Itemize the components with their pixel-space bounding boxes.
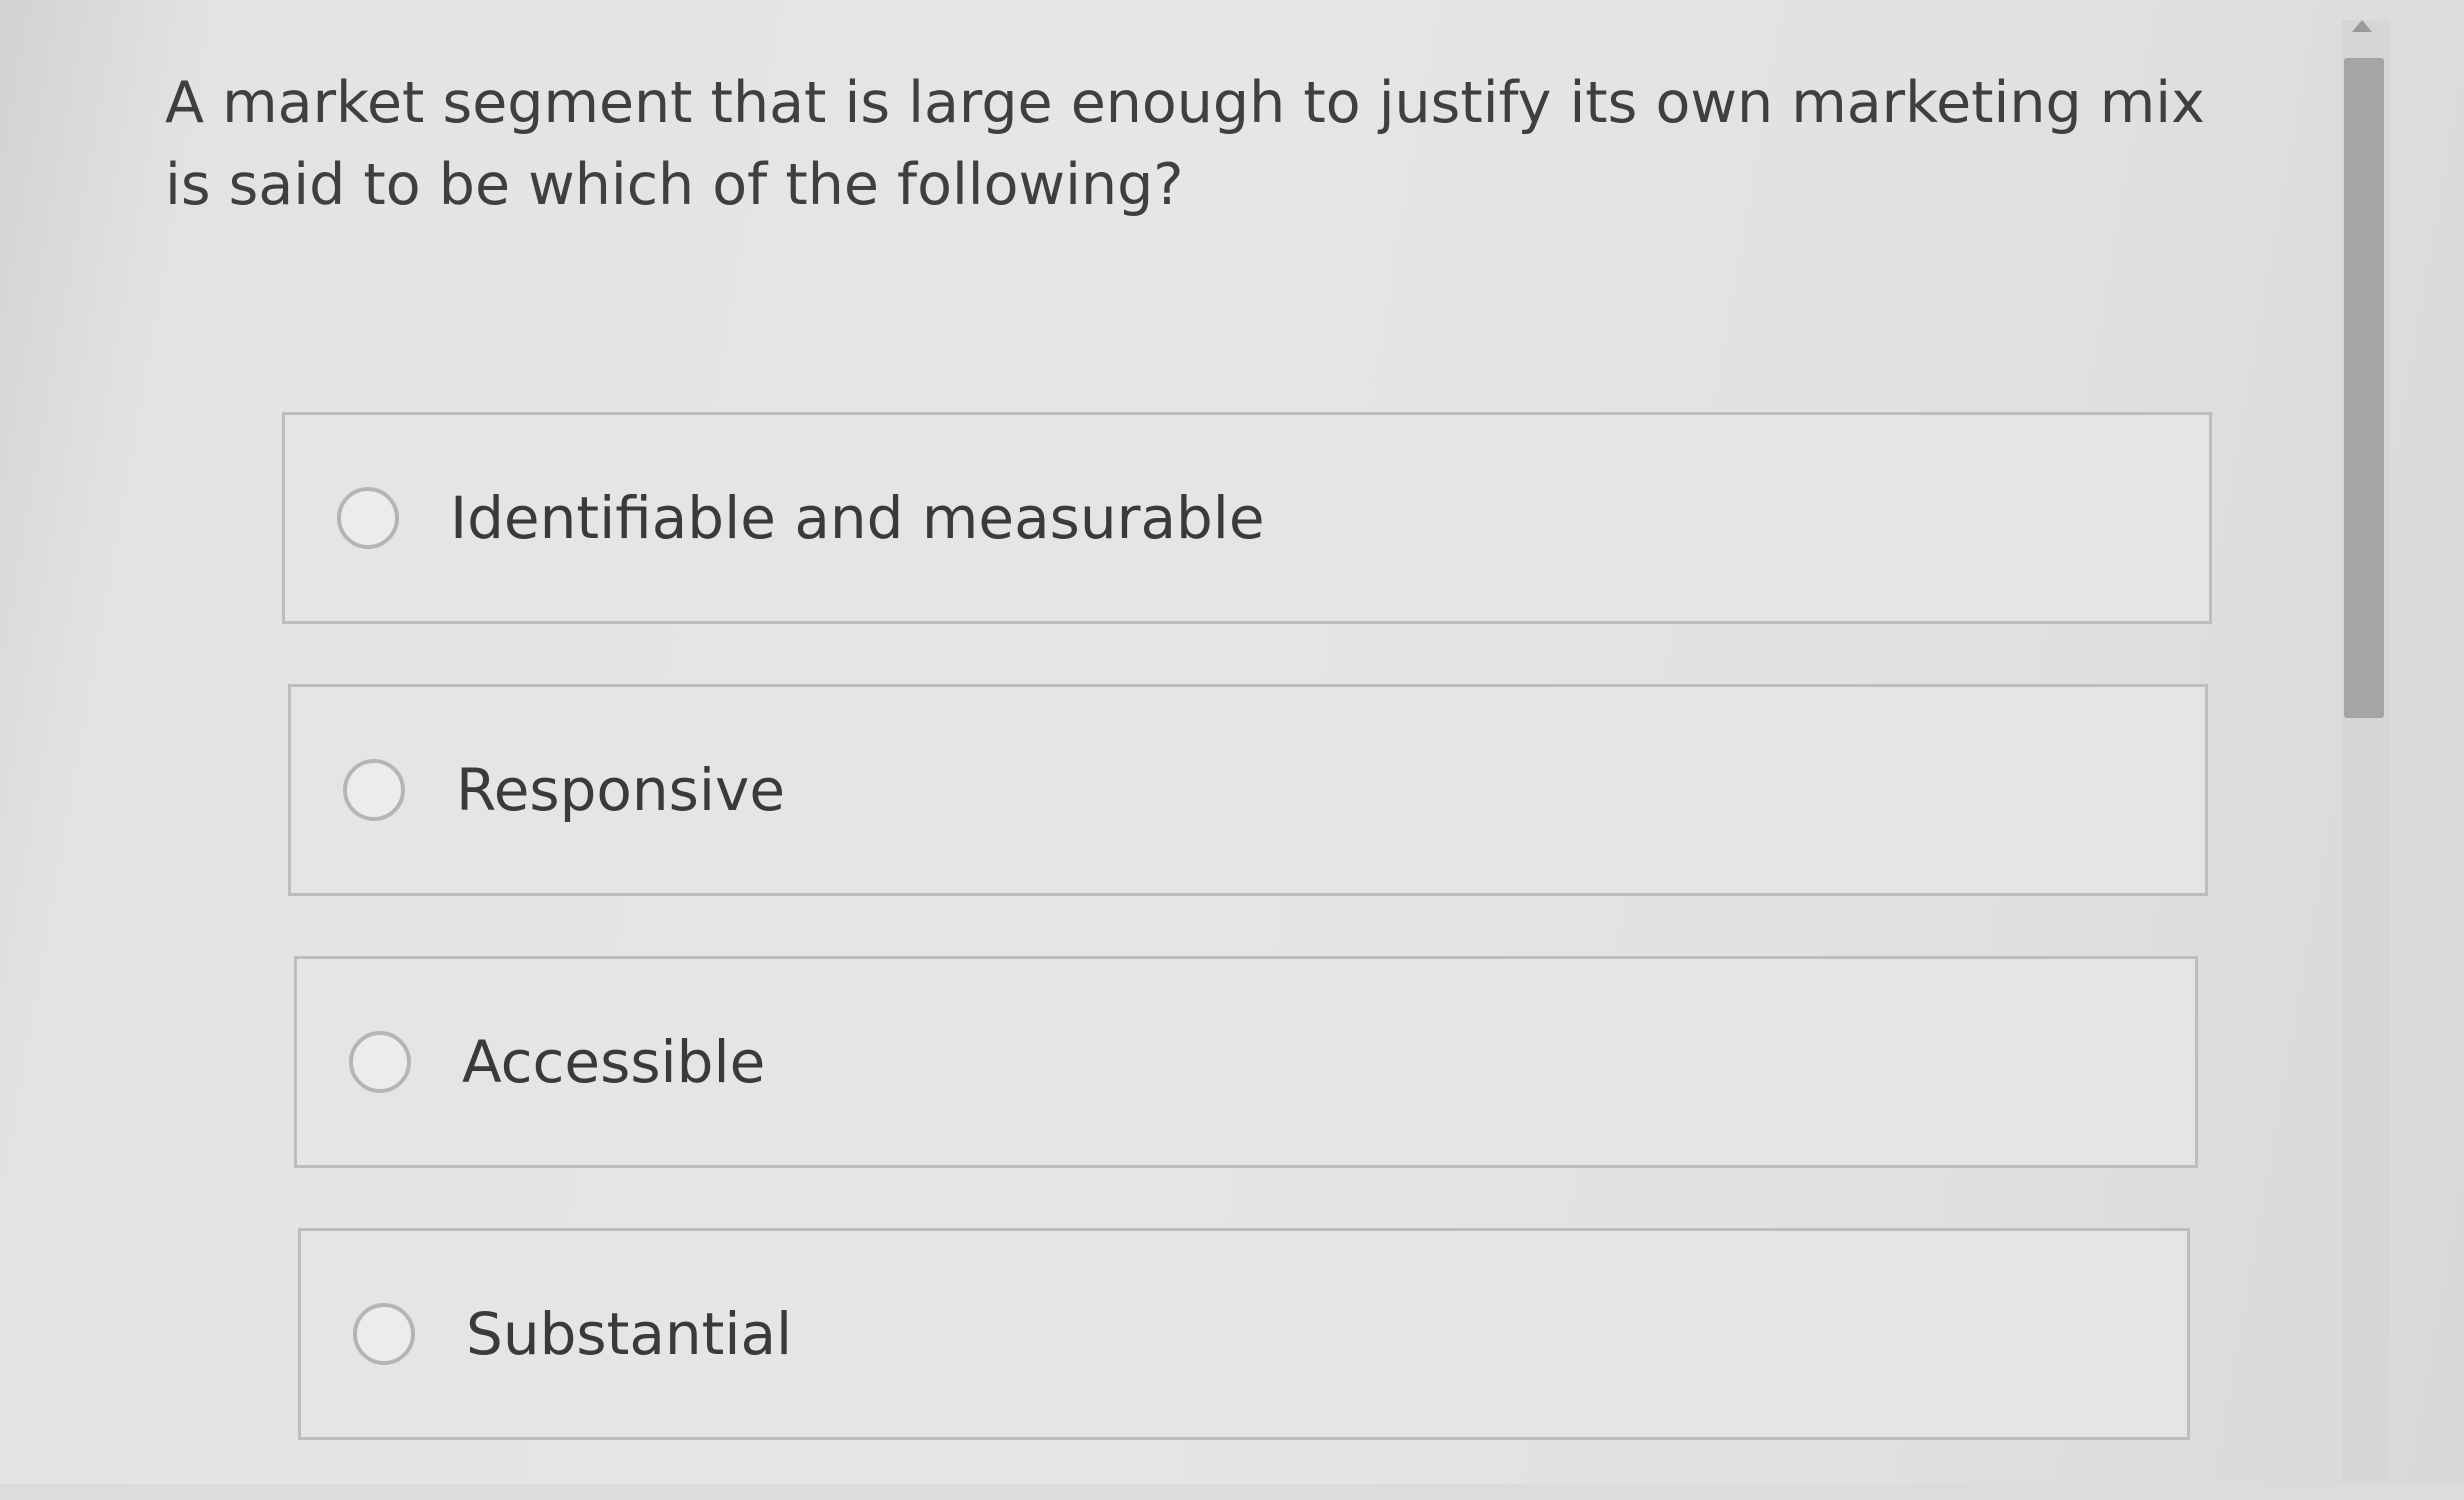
scrollbar-thumb[interactable] <box>2344 58 2384 718</box>
answer-options-list: Identifiable and measurable Responsive A… <box>282 412 2232 1500</box>
vertical-scrollbar[interactable] <box>2342 20 2390 1484</box>
radio-button[interactable] <box>349 1031 411 1093</box>
answer-option-label: Substantial <box>466 1300 793 1368</box>
answer-option-label: Identifiable and measurable <box>450 484 1265 552</box>
quiz-page: A market segment that is large enough to… <box>0 0 2464 1484</box>
question-text: A market segment that is large enough to… <box>165 70 2205 218</box>
scroll-up-arrow-icon[interactable] <box>2352 20 2372 32</box>
answer-option-label: Accessible <box>462 1028 766 1096</box>
answer-option[interactable]: Accessible <box>294 956 2198 1168</box>
radio-button[interactable] <box>343 759 405 821</box>
answer-option[interactable]: Identifiable and measurable <box>282 412 2212 624</box>
radio-button[interactable] <box>353 1303 415 1365</box>
answer-option[interactable]: Responsive <box>288 684 2208 896</box>
answer-option[interactable]: Substantial <box>298 1228 2190 1440</box>
answer-option-label: Responsive <box>456 756 785 824</box>
radio-button[interactable] <box>337 487 399 549</box>
